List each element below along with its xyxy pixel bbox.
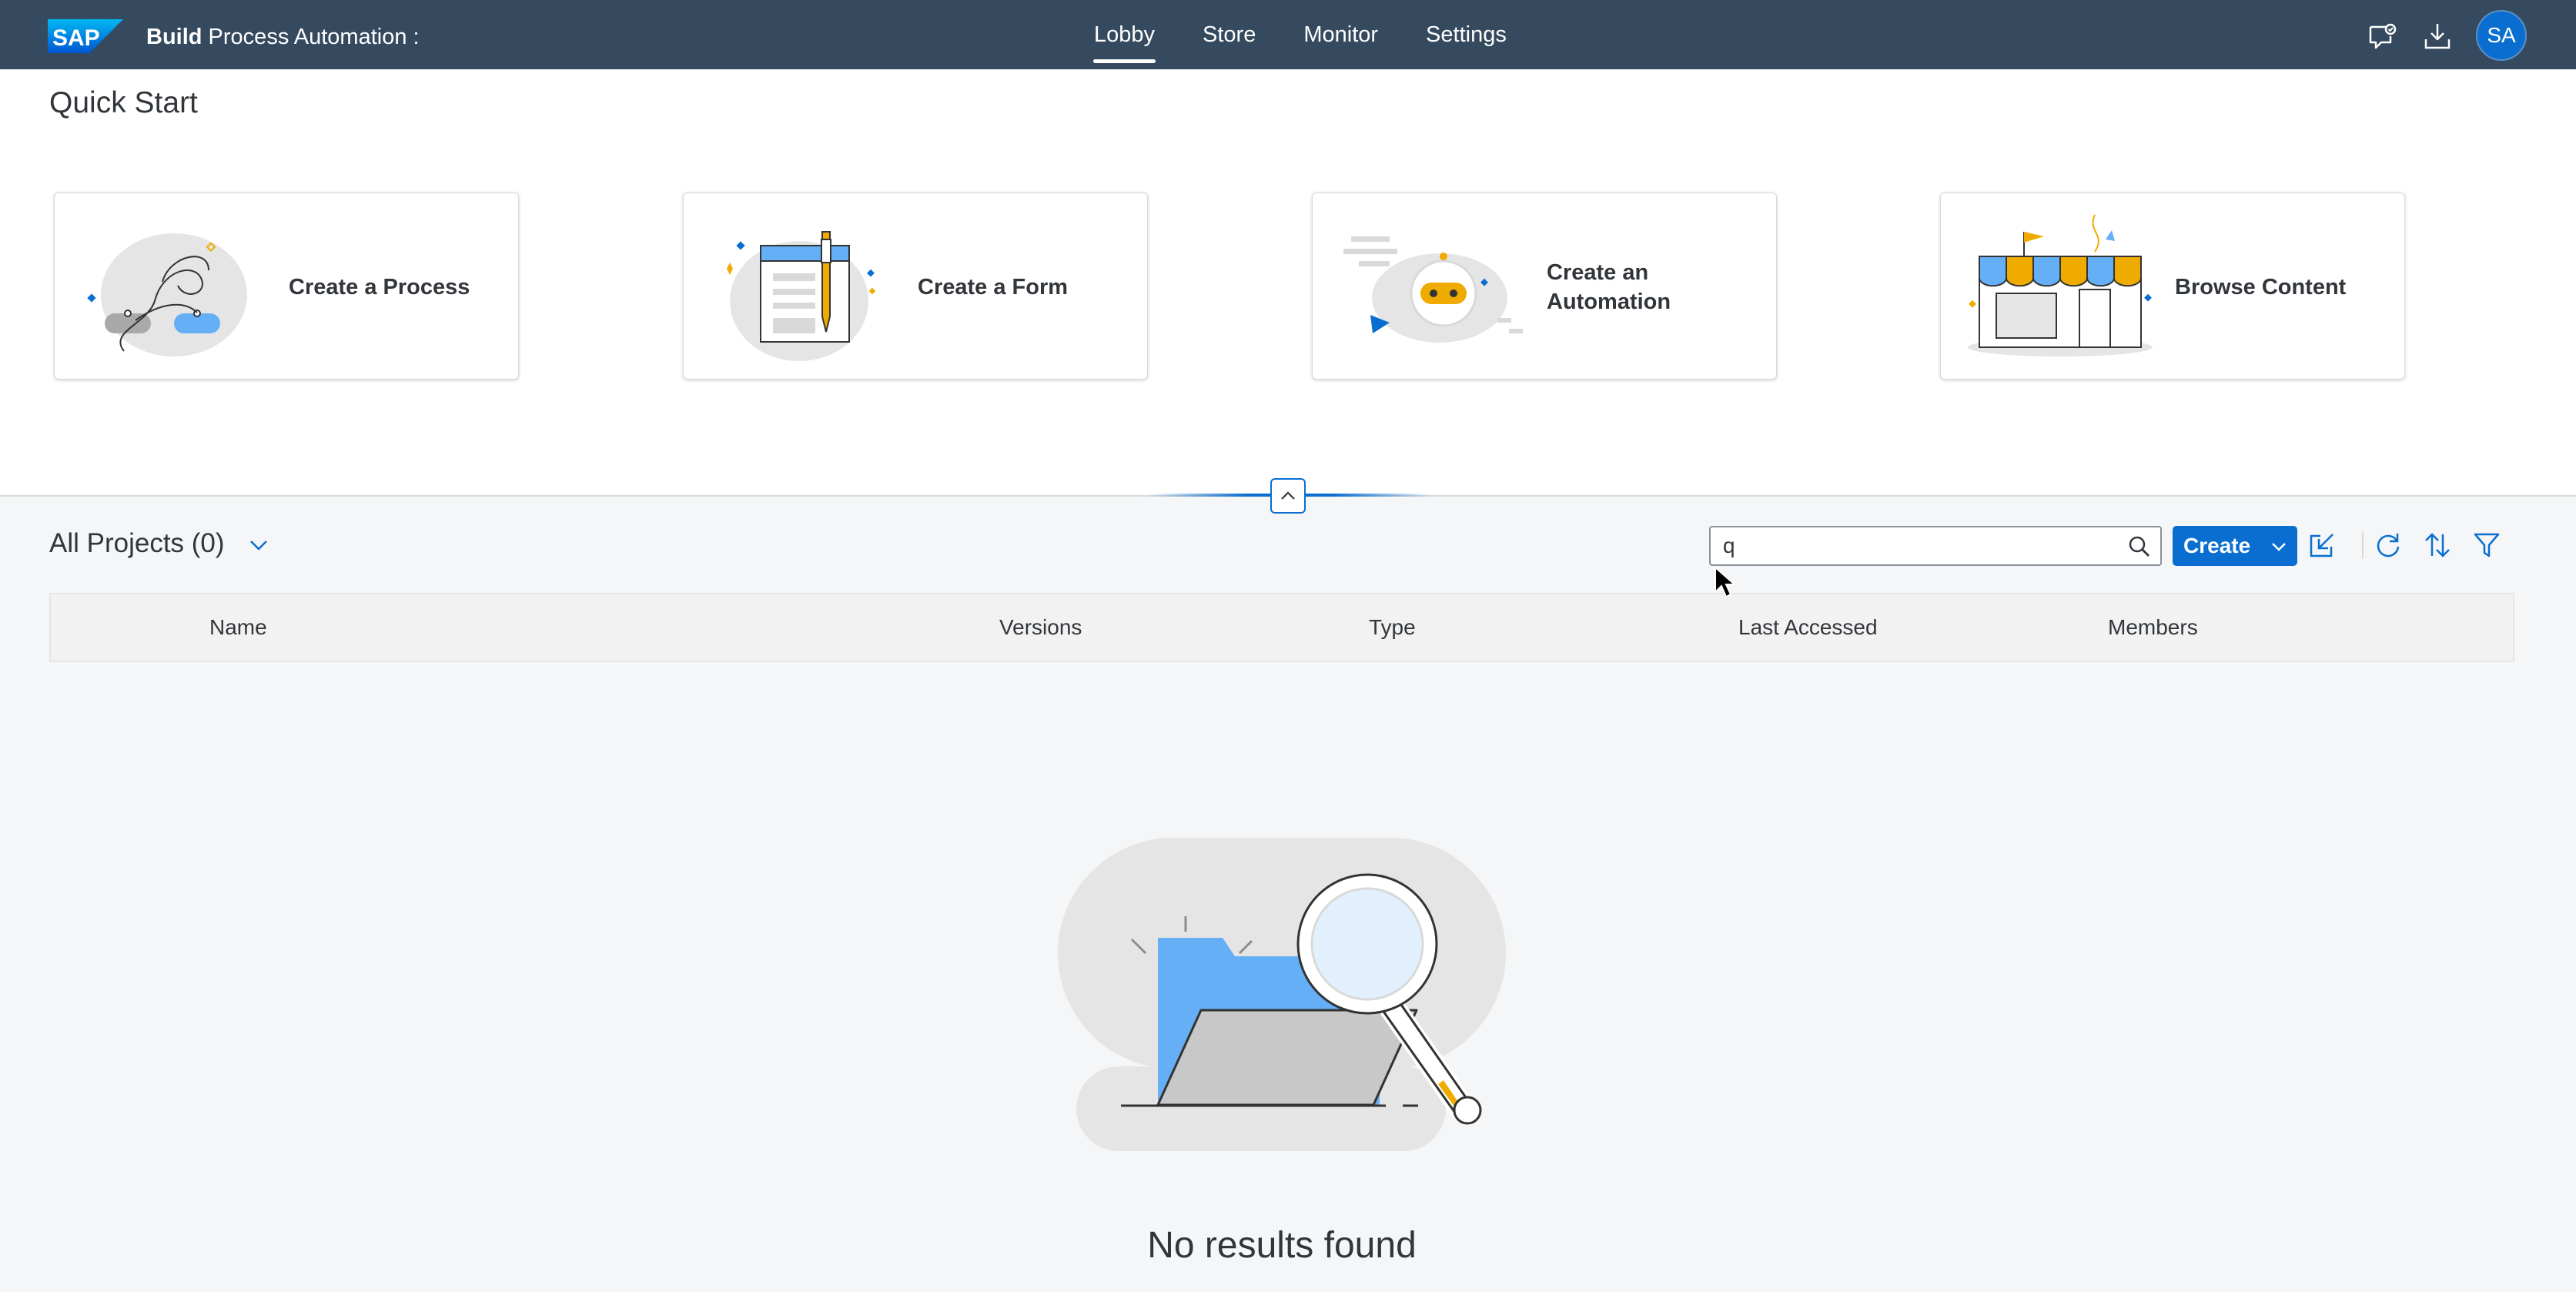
chevron-down-icon[interactable] — [245, 531, 273, 559]
tab-monitor[interactable]: Monitor — [1280, 0, 1402, 69]
shell-bar: SAP Build Process Automation : Lobby Sto… — [0, 0, 2576, 69]
column-type[interactable]: Type — [1369, 594, 1416, 661]
tab-settings[interactable]: Settings — [1402, 0, 1531, 69]
filter-icon[interactable] — [2471, 530, 2502, 561]
app-title-bold: Build — [146, 25, 202, 49]
column-last-accessed[interactable]: Last Accessed — [1738, 594, 1878, 661]
sap-logo[interactable]: SAP — [48, 19, 123, 53]
no-results-text: No results found — [1147, 1225, 1417, 1266]
user-avatar[interactable]: SA — [2476, 10, 2527, 61]
collapse-quick-start-button[interactable] — [1270, 478, 1306, 514]
create-automation-label: Create an Automation — [1547, 259, 1671, 314]
svg-text:SAP: SAP — [52, 25, 100, 51]
chevron-up-icon — [1281, 491, 1295, 500]
sort-icon[interactable] — [2422, 530, 2453, 561]
create-automation-tile[interactable]: Create an Automation — [1312, 192, 1777, 380]
app-title: Build Process Automation : — [146, 22, 420, 52]
feedback-icon[interactable] — [2367, 21, 2397, 52]
all-projects-title: All Projects (0) — [49, 528, 225, 558]
chevron-down-icon — [2272, 543, 2286, 551]
search-icon[interactable] — [2128, 535, 2151, 558]
create-form-tile[interactable]: Create a Form — [683, 192, 1148, 380]
automation-illustration-icon — [1343, 236, 1523, 343]
mouse-cursor-icon — [1715, 566, 1737, 598]
tab-lobby[interactable]: Lobby — [1070, 0, 1179, 69]
quick-start-title: Quick Start — [49, 86, 198, 119]
download-icon[interactable] — [2422, 21, 2453, 52]
column-members[interactable]: Members — [2108, 594, 2198, 661]
browse-content-tile[interactable]: Browse Content — [1940, 192, 2405, 380]
column-versions[interactable]: Versions — [999, 594, 1082, 661]
create-form-label: Create a Form — [918, 274, 1069, 300]
browse-content-label: Browse Content — [2175, 274, 2347, 300]
search-field[interactable] — [1709, 526, 2162, 566]
create-button-label: Create — [2183, 534, 2251, 557]
tab-store[interactable]: Store — [1179, 0, 1280, 69]
column-name[interactable]: Name — [209, 594, 267, 661]
projects-table-header: Name Versions Type Last Accessed Members — [49, 593, 2514, 662]
form-illustration-icon — [727, 231, 876, 361]
refresh-icon[interactable] — [2373, 530, 2404, 561]
create-process-label: Create a Process — [289, 274, 470, 300]
process-illustration-icon — [87, 233, 247, 356]
app-title-rest: Process Automation : — [202, 25, 420, 49]
no-results-illustration-icon — [1058, 838, 1506, 1151]
create-process-tile[interactable]: Create a Process — [54, 192, 519, 380]
toolbar-separator — [2362, 531, 2364, 559]
create-button[interactable]: Create — [2173, 526, 2297, 566]
store-illustration-icon — [1968, 214, 2153, 356]
top-nav: Lobby Store Monitor Settings — [1070, 0, 1531, 69]
search-input[interactable] — [1723, 532, 2108, 560]
import-icon[interactable] — [2307, 530, 2337, 561]
